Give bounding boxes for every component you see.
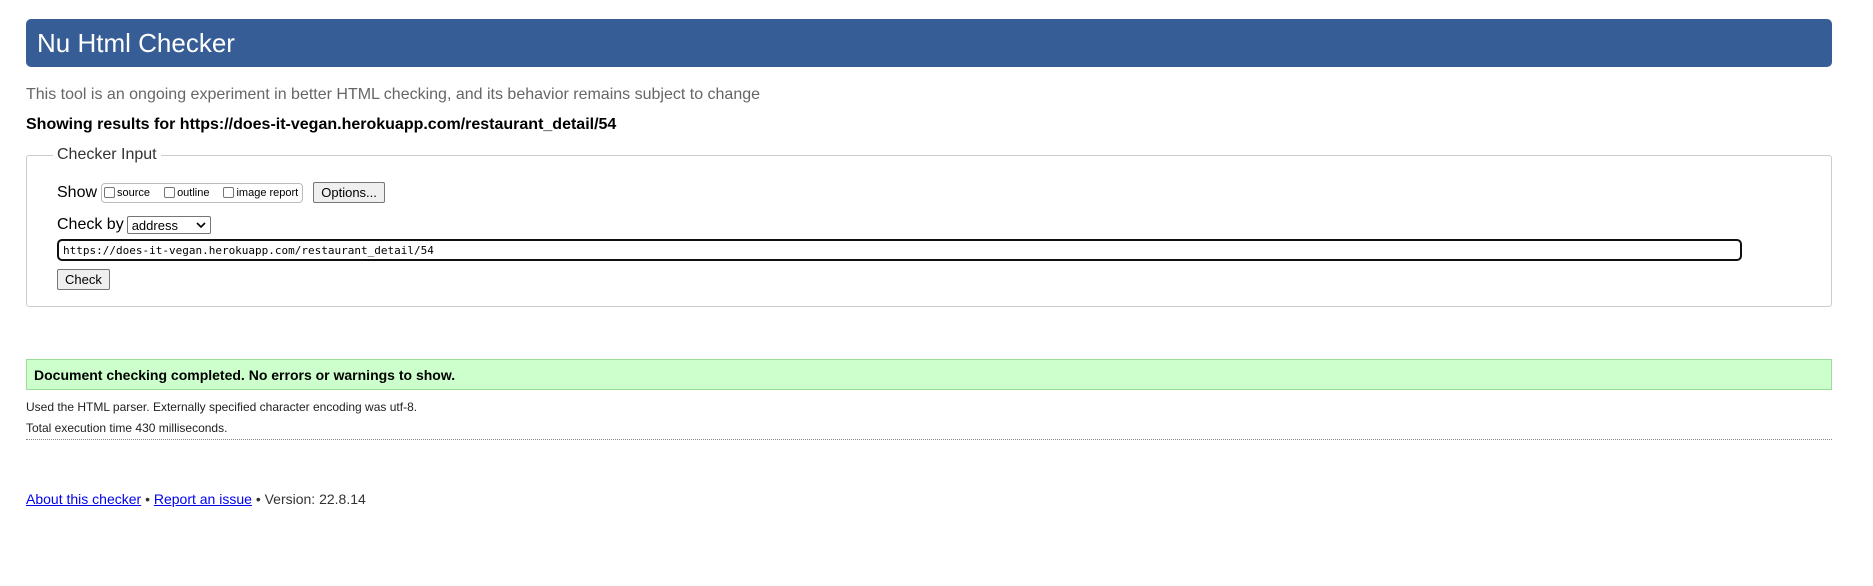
page-title: Nu Html Checker bbox=[37, 27, 235, 58]
show-options: source outline image report bbox=[101, 182, 304, 203]
parser-note: Used the HTML parser. Externally specifi… bbox=[26, 400, 418, 414]
version-text: • Version: 22.8.14 bbox=[255, 491, 366, 507]
show-image-report-option[interactable]: image report bbox=[223, 187, 298, 199]
options-button[interactable]: Options... bbox=[313, 182, 385, 203]
showing-results: Showing results for https://does-it-vega… bbox=[26, 116, 617, 133]
image-report-checkbox[interactable] bbox=[223, 187, 235, 198]
chevron-down-icon bbox=[196, 222, 206, 228]
image-report-label: image report bbox=[236, 186, 299, 199]
check-by-select[interactable]: address bbox=[126, 216, 211, 234]
execution-time-note: Total execution time 430 milliseconds. bbox=[26, 421, 228, 435]
show-label: Show bbox=[57, 183, 98, 201]
tagline: This tool is an ongoing experiment in be… bbox=[26, 86, 761, 103]
url-input[interactable]: https://does-it-vegan.herokuapp.com/rest… bbox=[57, 239, 1742, 261]
divider bbox=[26, 439, 1832, 440]
url-input-value: https://does-it-vegan.herokuapp.com/rest… bbox=[63, 243, 434, 257]
checker-input-legend: Checker Input bbox=[53, 146, 161, 164]
report-issue-link[interactable]: Report an issue bbox=[154, 491, 252, 507]
outline-checkbox[interactable] bbox=[164, 187, 176, 198]
check-by-value: address bbox=[131, 217, 178, 233]
check-by-label: Check by bbox=[57, 216, 124, 233]
check-by-row: Check by address bbox=[57, 216, 211, 234]
check-button[interactable]: Check bbox=[57, 269, 110, 290]
checker-input-fieldset: Checker Input Show source outline image … bbox=[26, 146, 1832, 307]
footer: About this checker • Report an issue • V… bbox=[26, 491, 366, 507]
header-bar: Nu Html Checker bbox=[26, 19, 1832, 67]
outline-label: outline bbox=[177, 186, 210, 199]
show-row: Show source outline image report Options… bbox=[57, 182, 385, 203]
source-label: source bbox=[117, 186, 151, 199]
footer-separator: • bbox=[145, 491, 150, 507]
show-source-option[interactable]: source bbox=[104, 187, 150, 199]
success-message: Document checking completed. No errors o… bbox=[26, 359, 1832, 390]
about-checker-link[interactable]: About this checker bbox=[26, 491, 141, 507]
show-outline-option[interactable]: outline bbox=[164, 187, 209, 199]
source-checkbox[interactable] bbox=[104, 187, 116, 198]
page: Nu Html Checker This tool is an ongoing … bbox=[0, 0, 1873, 586]
